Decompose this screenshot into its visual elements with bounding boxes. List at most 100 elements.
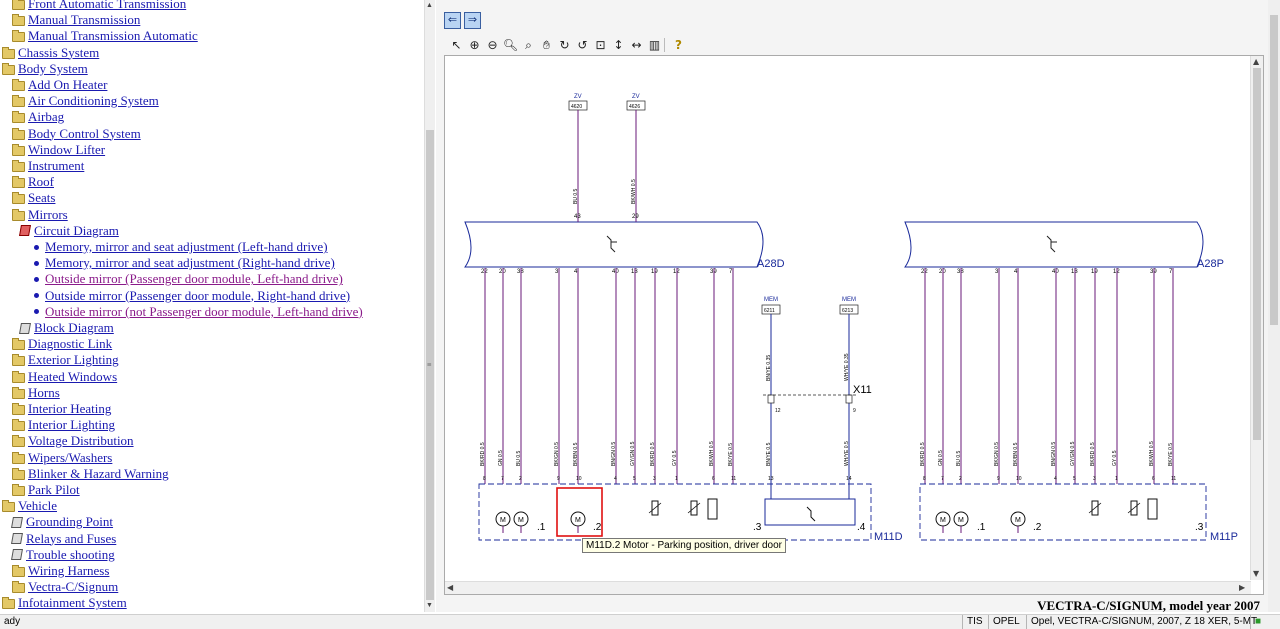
tree-item[interactable]: Mirrors xyxy=(12,207,68,223)
tree-scrollbar[interactable]: ▲ ≡ ▼ xyxy=(424,0,435,612)
tree-item-label[interactable]: Body Control System xyxy=(28,126,141,142)
scrollbar-thumb[interactable] xyxy=(1270,15,1278,325)
tree-item-label[interactable]: Exterior Lighting xyxy=(28,352,119,368)
tree-item-label[interactable]: Heated Windows xyxy=(28,369,117,385)
tree-item[interactable]: Outside mirror (not Passenger door modul… xyxy=(32,304,363,320)
tree-item-label[interactable]: Mirrors xyxy=(28,207,68,223)
scroll-up-icon[interactable]: ▲ xyxy=(426,1,433,9)
tree-item[interactable]: Circuit Diagram xyxy=(19,223,119,239)
tree-item[interactable]: Heated Windows xyxy=(12,369,117,385)
tree-item[interactable]: Interior Lighting xyxy=(12,417,115,433)
tree-item[interactable]: Memory, mirror and seat adjustment (Righ… xyxy=(32,255,335,271)
tree-item[interactable]: Diagnostic Link xyxy=(12,336,112,352)
circuit-diagram-view[interactable]: A28D A28P 22 BK/RD 0.5 8 20 GN 0.5 7 38 BU 0.5 2 3 B… xyxy=(444,55,1264,595)
tree-item-label[interactable]: Trouble shooting xyxy=(26,547,115,563)
tree-item[interactable]: Exterior Lighting xyxy=(12,352,119,368)
tree-item-label[interactable]: Wiring Harness xyxy=(28,563,109,579)
fit-height-icon[interactable]: ↕ xyxy=(610,37,627,54)
tree-item[interactable]: Seats xyxy=(12,190,55,206)
tree-item-label[interactable]: Outside mirror (Passenger door module, L… xyxy=(45,271,343,287)
zoom-area-icon[interactable]: ⌕ xyxy=(520,37,537,54)
back-arrow-icon[interactable]: ⇐ xyxy=(444,12,461,29)
tree-item-label[interactable]: Park Pilot xyxy=(28,482,80,498)
help-icon[interactable]: ? xyxy=(670,37,687,54)
tree-item[interactable]: Roof xyxy=(12,174,54,190)
tree-item-label[interactable]: Body System xyxy=(18,61,88,77)
zoom-icon[interactable]: 🔍︎ xyxy=(502,37,519,54)
tree-item-label[interactable]: Infotainment System xyxy=(18,595,127,611)
tree-item-label[interactable]: Air Conditioning System xyxy=(28,93,159,109)
tree-item[interactable]: Add On Heater xyxy=(12,77,107,93)
tree-item-label[interactable]: Add On Heater xyxy=(28,77,107,93)
tree-item-label[interactable]: Blinker & Hazard Warning xyxy=(28,466,169,482)
tree-item[interactable]: Window Lifter xyxy=(12,142,105,158)
window-scrollbar[interactable] xyxy=(1268,0,1280,612)
tree-item-label[interactable]: Manual Transmission xyxy=(28,12,140,28)
tree-item[interactable]: Grounding Point xyxy=(11,514,113,530)
tree-item-label[interactable]: Voltage Distribution xyxy=(28,433,134,449)
tree-item[interactable]: Relays and Fuses xyxy=(11,531,116,547)
tree-item-label[interactable]: Interior Lighting xyxy=(28,417,115,433)
tree-item-label[interactable]: Wipers/Washers xyxy=(28,450,112,466)
tree-item-label[interactable]: Seats xyxy=(28,190,55,206)
splitter-grip-icon[interactable]: ≡ xyxy=(427,360,432,369)
tree-item[interactable]: Outside mirror (Passenger door module, R… xyxy=(32,288,350,304)
pan-hand-icon[interactable]: ✋︎ xyxy=(538,37,555,54)
diagram-vertical-scrollbar[interactable]: ▲ ▼ xyxy=(1250,56,1263,580)
tree-item-label[interactable]: Interior Heating xyxy=(28,401,111,417)
tree-item[interactable]: Vehicle xyxy=(2,498,57,514)
tree-item[interactable]: Airbag xyxy=(12,109,64,125)
tree-item[interactable]: Park Pilot xyxy=(12,482,80,498)
tree-item[interactable]: Wiring Harness xyxy=(12,563,109,579)
tree-item-label[interactable]: Vectra-C/Signum xyxy=(28,579,118,595)
fit-page-icon[interactable]: ⊡ xyxy=(592,37,609,54)
zoom-out-icon[interactable]: ⊖ xyxy=(484,37,501,54)
tree-item-label[interactable]: Memory, mirror and seat adjustment (Righ… xyxy=(45,255,335,271)
tree-item[interactable]: Infotainment System xyxy=(2,595,127,611)
tree-item-label[interactable]: Horns xyxy=(28,385,60,401)
rotate-left-icon[interactable]: ↺ xyxy=(574,37,591,54)
tree-item[interactable]: Instrument xyxy=(12,158,84,174)
tree-item[interactable]: Body System xyxy=(2,61,88,77)
scrollbar-thumb[interactable] xyxy=(1253,68,1261,440)
tree-item-label[interactable]: Grounding Point xyxy=(26,514,113,530)
tree-item[interactable]: Blinker & Hazard Warning xyxy=(12,466,169,482)
scroll-left-icon[interactable]: ◀ xyxy=(447,583,453,592)
tree-item-label[interactable]: Window Lifter xyxy=(28,142,105,158)
tree-item-label[interactable]: Airbag xyxy=(28,109,64,125)
measure-icon[interactable]: ▥ xyxy=(646,37,663,54)
scroll-right-icon[interactable]: ▶ xyxy=(1239,583,1245,592)
diagram-horizontal-scrollbar[interactable]: ◀ ▶ xyxy=(445,581,1251,594)
tree-item[interactable]: Memory, mirror and seat adjustment (Left… xyxy=(32,239,328,255)
tree-item-label[interactable]: Vehicle xyxy=(18,498,57,514)
fit-width-icon[interactable]: ↔ xyxy=(628,37,645,54)
tree-item-label[interactable]: Relays and Fuses xyxy=(26,531,116,547)
tree-item-label[interactable]: Chassis System xyxy=(18,45,99,61)
scroll-up-icon[interactable]: ▲ xyxy=(1253,57,1259,66)
tree-item[interactable]: Vectra-C/Signum xyxy=(12,579,118,595)
select-pointer-icon[interactable]: ↖ xyxy=(448,37,465,54)
rotate-right-icon[interactable]: ↻ xyxy=(556,37,573,54)
tree-item-label[interactable]: Outside mirror (Passenger door module, R… xyxy=(45,288,350,304)
tree-item[interactable]: Front Automatic Transmission xyxy=(12,0,186,12)
tree-item-label[interactable]: Memory, mirror and seat adjustment (Left… xyxy=(45,239,328,255)
tree-item[interactable]: Air Conditioning System xyxy=(12,93,159,109)
tree-item-label[interactable]: Instrument xyxy=(28,158,84,174)
tree-item[interactable]: Block Diagram xyxy=(19,320,114,336)
tree-item[interactable]: Wipers/Washers xyxy=(12,450,112,466)
tree-item[interactable]: Manual Transmission xyxy=(12,12,140,28)
tree-item[interactable]: Interior Heating xyxy=(12,401,111,417)
tree-item[interactable]: Manual Transmission Automatic xyxy=(12,28,198,44)
tree-item-label[interactable]: Circuit Diagram xyxy=(34,223,119,239)
scroll-down-icon[interactable]: ▼ xyxy=(426,601,433,609)
tree-item[interactable]: Chassis System xyxy=(2,45,99,61)
scroll-down-icon[interactable]: ▼ xyxy=(1253,569,1259,578)
tree-item[interactable]: Trouble shooting xyxy=(11,547,115,563)
tree-item[interactable]: Voltage Distribution xyxy=(12,433,134,449)
tree-item-label[interactable]: Front Automatic Transmission xyxy=(28,0,186,12)
tree-item-label[interactable]: Outside mirror (not Passenger door modul… xyxy=(45,304,363,320)
forward-arrow-icon[interactable]: ⇒ xyxy=(464,12,481,29)
tree-item-label[interactable]: Roof xyxy=(28,174,54,190)
tree-item-label[interactable]: Block Diagram xyxy=(34,320,114,336)
tree-item[interactable]: Body Control System xyxy=(12,126,141,142)
